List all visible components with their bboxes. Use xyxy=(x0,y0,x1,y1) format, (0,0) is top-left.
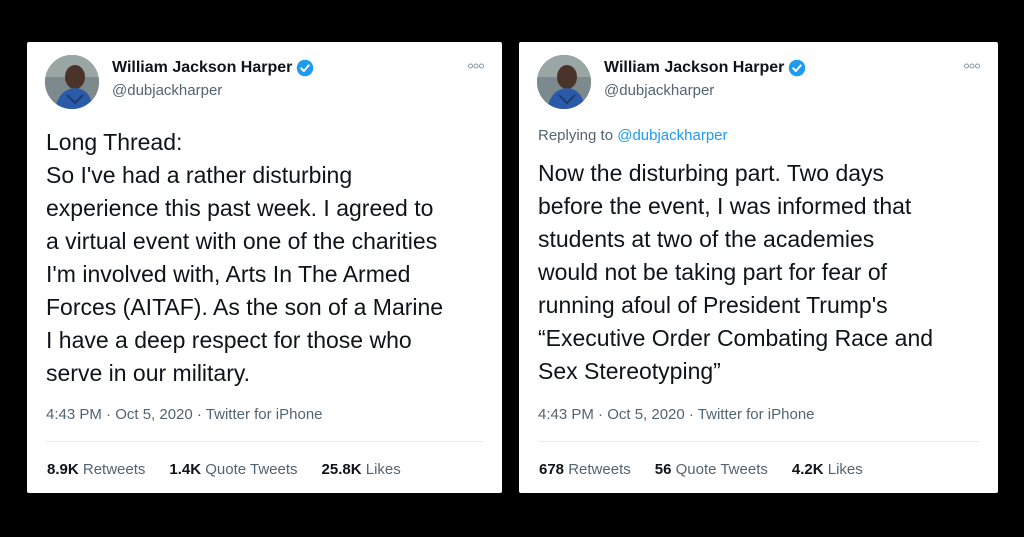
avatar[interactable] xyxy=(45,55,99,109)
quote-tweets-stat[interactable]: 56 Quote Tweets xyxy=(655,461,768,478)
tweet-card: William Jackson Harper @dubjackharper Lo… xyxy=(27,42,502,493)
tweet-text: Now the disturbing part. Two days before… xyxy=(538,157,933,388)
tweet-text-line: “Executive Order Combating Race and xyxy=(538,325,934,351)
retweets-stat[interactable]: 8.9K Retweets xyxy=(47,461,145,478)
tweet-text-line: So I've had a rather disturbing xyxy=(46,162,353,188)
tweet-card: William Jackson Harper @dubjackharper Re… xyxy=(519,42,998,493)
tweet-text-line: Forces (AITAF). As the son of a Marine xyxy=(46,294,444,320)
tweet-text-line: Long Thread: xyxy=(46,129,183,155)
likes-stat[interactable]: 4.2K Likes xyxy=(792,461,863,478)
author-name[interactable]: William Jackson Harper xyxy=(112,59,292,77)
avatar[interactable] xyxy=(537,55,591,109)
replying-to-mention[interactable]: @dubjackharper xyxy=(617,127,727,144)
tweet-text-line: serve in our military. xyxy=(46,360,251,386)
tweet-stats: 8.9K Retweets 1.4K Quote Tweets 25.8K Li… xyxy=(47,461,425,478)
verified-badge-icon xyxy=(788,59,806,77)
author-handle[interactable]: @dubjackharper xyxy=(112,82,222,99)
replying-to: Replying to @dubjackharper xyxy=(538,127,728,144)
more-options-icon[interactable] xyxy=(468,56,484,72)
divider xyxy=(538,441,979,442)
tweet-text-line: I have a deep respect for those who xyxy=(46,327,412,353)
retweets-stat[interactable]: 678 Retweets xyxy=(539,461,631,478)
more-options-icon[interactable] xyxy=(964,56,980,72)
tweet-text-line: a virtual event with one of the charitie… xyxy=(46,228,438,254)
tweet-text-line: would not be taking part for fear of xyxy=(538,259,888,285)
tweet-text-line: running afoul of President Trump's xyxy=(538,292,888,318)
quote-tweets-stat[interactable]: 1.4K Quote Tweets xyxy=(169,461,297,478)
tweet-text-line: I'm involved with, Arts In The Armed xyxy=(46,261,411,287)
likes-stat[interactable]: 25.8K Likes xyxy=(322,461,401,478)
divider xyxy=(46,441,483,442)
tweet-text-line: experience this past week. I agreed to xyxy=(46,195,434,221)
tweet-text-line: before the event, I was informed that xyxy=(538,193,912,219)
tweet-text-line: students at two of the academies xyxy=(538,226,875,252)
tweet-stats: 678 Retweets 56 Quote Tweets 4.2K Likes xyxy=(539,461,887,478)
tweet-text: Long Thread: So I've had a rather distur… xyxy=(46,126,443,390)
author-name[interactable]: William Jackson Harper xyxy=(604,59,784,77)
verified-badge-icon xyxy=(296,59,314,77)
tweet-text-line: Now the disturbing part. Two days xyxy=(538,160,885,186)
author-handle[interactable]: @dubjackharper xyxy=(604,82,714,99)
tweet-text-line: Sex Stereotyping” xyxy=(538,358,721,384)
tweet-timestamp[interactable]: 4:43 PM · Oct 5, 2020 · Twitter for iPho… xyxy=(46,406,323,423)
tweet-timestamp[interactable]: 4:43 PM · Oct 5, 2020 · Twitter for iPho… xyxy=(538,406,815,423)
